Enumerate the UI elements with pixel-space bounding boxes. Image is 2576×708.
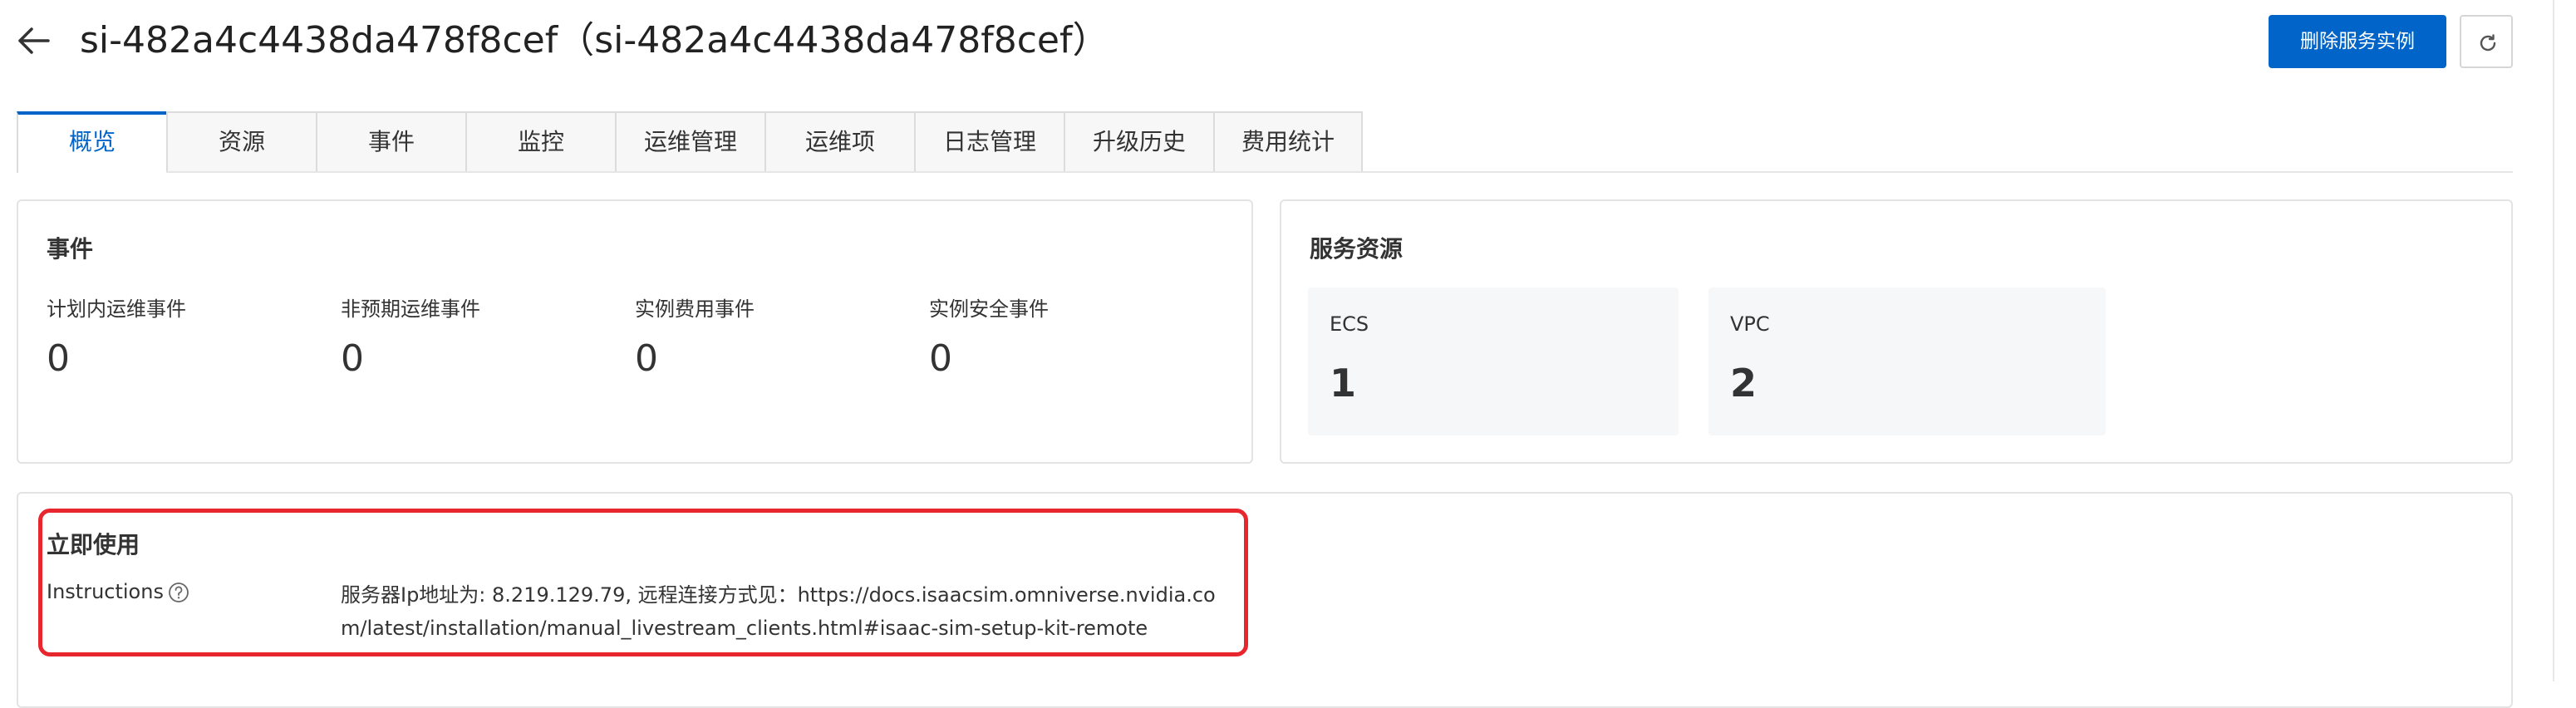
tab-upgrade-history[interactable]: 升级历史 [1064, 111, 1213, 171]
unplanned-ops-events-value[interactable]: 0 [341, 337, 364, 380]
resource-label: ECS [1330, 312, 1369, 336]
tab-resources[interactable]: 资源 [166, 111, 316, 171]
refresh-icon [2480, 34, 2496, 52]
resource-count: 1 [1330, 361, 1357, 406]
tab-monitoring[interactable]: 监控 [465, 111, 615, 171]
instance-cost-events-label: 实例费用事件 [635, 297, 755, 321]
arrow-left-icon[interactable] [15, 22, 53, 60]
planned-ops-events-value[interactable]: 0 [47, 337, 70, 380]
instance-security-events-value[interactable]: 0 [929, 337, 952, 380]
instructions-text: 服务器Ip地址为: 8.219.129.79, 远程连接方式见：https://… [341, 583, 1216, 640]
instance-cost-events-value[interactable]: 0 [635, 337, 658, 380]
resource-count: 2 [1730, 361, 1757, 406]
events-card-title: 事件 [47, 235, 94, 263]
resource-tile-vpc[interactable]: VPC 2 [1708, 288, 2106, 435]
unplanned-ops-events-label: 非预期运维事件 [341, 297, 480, 321]
tab-events[interactable]: 事件 [316, 111, 465, 171]
right-divider [2553, 0, 2554, 681]
page-title: si-482a4c4438da478f8cef（si-482a4c4438da4… [80, 19, 1109, 61]
delete-service-instance-button[interactable]: 删除服务实例 [2269, 15, 2446, 68]
service-resources-card: 服务资源 ECS 1 VPC 2 [1280, 199, 2513, 464]
tab-bar: 概览 资源 事件 监控 运维管理 运维项 日志管理 升级历史 费用统计 [17, 111, 2513, 173]
quick-use-title: 立即使用 [47, 531, 140, 558]
service-resources-title: 服务资源 [1310, 235, 1404, 263]
resource-label: VPC [1730, 312, 1770, 336]
instance-security-events-label: 实例安全事件 [929, 297, 1049, 321]
tab-ops-items[interactable]: 运维项 [764, 111, 914, 171]
refresh-button[interactable] [2460, 15, 2513, 68]
events-card: 事件 计划内运维事件 0 非预期运维事件 0 实例费用事件 0 实例安全事件 0 [17, 199, 1253, 464]
tab-cost-statistics[interactable]: 费用统计 [1213, 111, 1363, 171]
tab-overview[interactable]: 概览 [17, 111, 166, 173]
tab-log-management[interactable]: 日志管理 [914, 111, 1064, 171]
instructions-label: Instructions [47, 580, 164, 603]
resource-tile-ecs[interactable]: ECS 1 [1308, 288, 1679, 435]
tab-ops-management[interactable]: 运维管理 [615, 111, 764, 171]
planned-ops-events-label: 计划内运维事件 [47, 297, 186, 321]
question-circle-icon[interactable] [168, 582, 189, 603]
